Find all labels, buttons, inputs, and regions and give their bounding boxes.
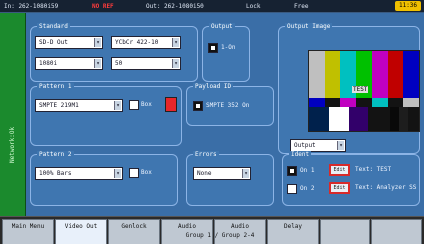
- output-1-label: 1-On: [221, 44, 236, 51]
- standard-resolution-select[interactable]: 1080i ▾: [35, 57, 103, 70]
- pattern-2-title: Pattern 2: [37, 151, 74, 158]
- ident-2-text: Text: Analyzer SS: [355, 184, 417, 191]
- output-status: Out: 262-1080i50: [146, 3, 204, 10]
- ident-title: Ident: [289, 151, 312, 158]
- ident-1-label: On 1: [300, 167, 315, 174]
- reference-warning: NO REF: [92, 3, 114, 10]
- chevron-down-icon: ▾: [114, 101, 121, 110]
- chevron-down-icon: ▾: [114, 169, 121, 178]
- group-info: Group 1 / Group 2-4: [185, 232, 255, 239]
- standard-panel: Standard SD-D Out ▾ YCbCr 422-10 ▾ 1080i ▾ …: [30, 23, 198, 82]
- payload-id-panel: Payload ID SMPTE 352 On: [186, 83, 274, 126]
- errors-select[interactable]: None ▾: [193, 167, 251, 180]
- payload-id-title: Payload ID: [193, 83, 234, 90]
- pattern-2-box-label: Box: [141, 169, 152, 176]
- ident-1-edit-button[interactable]: Edit: [329, 164, 350, 176]
- payload-id-checkbox[interactable]: [193, 101, 203, 111]
- ident-1-text: Text: TEST: [355, 166, 392, 173]
- network-sidebar: Network:Ok: [0, 13, 26, 216]
- preview-overlay-label: TEST: [352, 86, 369, 93]
- input-status: In: 262-1080i59: [4, 3, 59, 10]
- tab-video-out[interactable]: Video Out: [55, 219, 107, 244]
- chevron-down-icon: ▾: [242, 169, 249, 178]
- standard-rate-select[interactable]: 50 ▾: [111, 57, 181, 70]
- menu-tab-bar: Main Menu Video Out Genlock Audio Audio …: [0, 216, 424, 244]
- chevron-down-icon: ▾: [172, 59, 179, 68]
- payload-id-label: SMPTE 352 On: [206, 102, 250, 109]
- lock-status: Lock: [246, 3, 261, 10]
- tab-empty-8[interactable]: [371, 219, 422, 244]
- standard-format-select[interactable]: SD-D Out ▾: [35, 36, 103, 49]
- ident-2-checkbox[interactable]: [287, 184, 297, 194]
- run-state: Free: [294, 3, 309, 10]
- tab-genlock[interactable]: Genlock: [108, 219, 160, 244]
- pattern-2-box-checkbox[interactable]: [129, 168, 139, 178]
- chevron-down-icon: ▾: [172, 38, 179, 47]
- chevron-down-icon: ▾: [94, 59, 101, 68]
- output-panel: Output 1-On: [202, 23, 250, 82]
- chevron-down-icon: ▾: [337, 141, 344, 150]
- pattern-1-box-label: Box: [141, 101, 152, 108]
- output-1-checkbox[interactable]: [208, 43, 218, 53]
- test-pattern-preview: TEST: [308, 50, 420, 132]
- tab-main-menu[interactable]: Main Menu: [2, 219, 54, 244]
- clock-badge: 11:36: [395, 1, 421, 11]
- ident-1-checkbox[interactable]: [287, 166, 297, 176]
- network-status-label: Network:Ok: [9, 126, 16, 163]
- status-bar: In: 262-1080i59 NO REF Out: 262-1080i50 …: [0, 0, 424, 13]
- ident-2-label: On 2: [300, 185, 315, 192]
- errors-title: Errors: [193, 151, 219, 158]
- output-title: Output: [209, 23, 235, 30]
- pattern-1-title: Pattern 1: [37, 83, 74, 90]
- ident-2-edit-button[interactable]: Edit: [329, 182, 350, 194]
- chevron-down-icon: ▾: [94, 38, 101, 47]
- pattern-1-panel: Pattern 1 SMPTE 219M1 ▾ Box: [30, 83, 182, 146]
- pattern-2-select[interactable]: 100% Bars ▾: [35, 167, 123, 180]
- pattern-1-box-color-swatch[interactable]: [165, 97, 177, 112]
- tab-empty-7[interactable]: [320, 219, 370, 244]
- main-panel: Standard SD-D Out ▾ YCbCr 422-10 ▾ 1080i ▾ …: [26, 13, 424, 216]
- pattern-1-box-checkbox[interactable]: [129, 100, 139, 110]
- standard-title: Standard: [37, 23, 70, 30]
- pattern-1-select[interactable]: SMPTE 219M1 ▾: [35, 99, 123, 112]
- ident-panel: Ident On 1 Edit On 2 Edit Text: TEST Tex…: [282, 151, 420, 206]
- output-image-title: Output Image: [285, 23, 333, 30]
- standard-colorspace-select[interactable]: YCbCr 422-10 ▾: [111, 36, 181, 49]
- pattern-2-panel: Pattern 2 100% Bars ▾ Box: [30, 151, 178, 206]
- errors-panel: Errors None ▾: [186, 151, 274, 206]
